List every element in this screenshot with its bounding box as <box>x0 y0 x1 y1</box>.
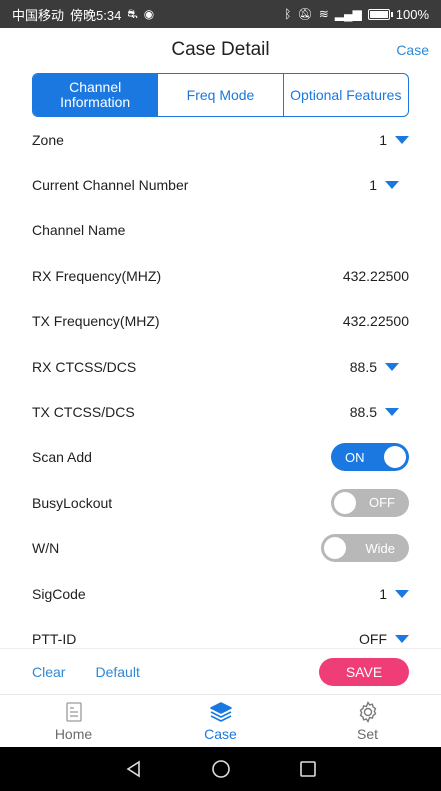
mute-icon: 🔕︎ <box>297 7 313 21</box>
current-channel-value: 1 <box>369 177 377 194</box>
busy-lockout-state: OFF <box>369 495 395 511</box>
page-title: Case Detail <box>171 39 270 60</box>
toggle-knob <box>334 491 356 514</box>
system-nav-bar <box>0 747 441 791</box>
layers-icon <box>209 702 232 722</box>
default-button[interactable]: Default <box>95 664 139 680</box>
dropdown-arrow-icon <box>385 362 399 371</box>
clear-button[interactable]: Clear <box>32 664 65 680</box>
channel-name-row[interactable]: Channel Name <box>0 208 441 253</box>
scan-add-row: Scan Add ON <box>0 435 441 480</box>
save-button[interactable]: SAVE <box>319 657 409 686</box>
busy-lockout-toggle[interactable]: OFF <box>331 488 409 517</box>
rx-ctcss-value: 88.5 <box>349 358 377 375</box>
segmented-tabs: Channel Information Freq Mode Optional F… <box>32 73 409 117</box>
tab-optional-features[interactable]: Optional Features <box>284 74 408 116</box>
rx-frequency-input[interactable]: 432.22500 <box>343 268 409 284</box>
tx-frequency-row[interactable]: TX Frequency(MHZ) 432.22500 <box>0 299 441 344</box>
nav-home-label: Home <box>54 726 93 742</box>
tx-frequency-label: TX Frequency(MHZ) <box>32 313 160 330</box>
carrier-label: 中国移动 <box>12 7 65 23</box>
home-icon <box>65 702 82 722</box>
ptt-id-value: OFF <box>359 630 387 647</box>
nav-set-label: Set <box>356 726 378 742</box>
busy-lockout-label: BusyLockout <box>32 494 113 511</box>
nav-case[interactable]: Case <box>147 695 294 747</box>
case-link[interactable]: Case <box>396 42 429 58</box>
battery-percent: 100% <box>395 6 429 22</box>
time-label: 傍晚5:34 <box>70 7 122 23</box>
dropdown-arrow-icon <box>395 589 409 598</box>
scan-add-label: Scan Add <box>32 449 92 466</box>
nav-set[interactable]: Set <box>294 695 441 747</box>
wn-label: W/N <box>32 540 60 557</box>
scan-add-state: ON <box>345 449 365 465</box>
nav-home[interactable]: Home <box>0 695 147 747</box>
battery-icon <box>367 8 393 20</box>
zone-label: Zone <box>32 131 64 148</box>
wn-toggle[interactable]: Wide <box>321 534 409 563</box>
tx-ctcss-label: TX CTCSS/DCS <box>32 404 135 421</box>
dropdown-arrow-icon <box>385 181 399 190</box>
tab-freq-mode[interactable]: Freq Mode <box>158 74 284 116</box>
app-header: Case Detail Case <box>0 28 441 72</box>
toggle-knob <box>384 446 406 469</box>
tx-ctcss-row[interactable]: TX CTCSS/DCS 88.5 <box>0 389 441 434</box>
current-channel-row[interactable]: Current Channel Number 1 <box>0 162 441 207</box>
dropdown-arrow-icon <box>385 408 399 417</box>
scan-add-control: ON <box>331 443 409 472</box>
channel-name-label: Channel Name <box>32 222 126 239</box>
tab-channel-information[interactable]: Channel Information <box>33 74 159 116</box>
current-channel-label: Current Channel Number <box>32 177 189 194</box>
toggle-knob <box>324 537 346 560</box>
action-bar: Clear Default SAVE <box>0 648 441 694</box>
app-status-icon: ◉ <box>143 7 155 21</box>
wn-row: W/N Wide <box>0 526 441 571</box>
zone-select[interactable]: 1 <box>379 132 409 148</box>
signal-icon: ▂▄▆ <box>334 7 362 21</box>
busy-lockout-control: OFF <box>331 488 409 517</box>
dropdown-arrow-icon <box>395 634 409 643</box>
wn-state: Wide <box>365 540 395 556</box>
notification-icon: ⛐ <box>127 7 138 21</box>
ptt-id-row[interactable]: PTT-ID OFF <box>0 616 441 648</box>
status-bar: 中国移动 傍晚5:34 ⛐ ◉ ᛒ 🔕︎ ≋ ▂▄▆ 100% <box>0 0 441 28</box>
rx-ctcss-select[interactable]: 88.5 <box>350 359 399 375</box>
scan-add-toggle[interactable]: ON <box>331 443 409 472</box>
sigcode-row[interactable]: SigCode 1 <box>0 571 441 616</box>
tx-ctcss-select[interactable]: 88.5 <box>350 404 399 420</box>
nav-case-label: Case <box>204 726 237 742</box>
sigcode-label: SigCode <box>32 585 86 602</box>
zone-row[interactable]: Zone 1 <box>0 117 441 162</box>
sigcode-select[interactable]: 1 <box>379 586 409 602</box>
ptt-id-select[interactable]: OFF <box>359 631 409 647</box>
wifi-icon: ≋ <box>318 7 329 21</box>
rx-frequency-row[interactable]: RX Frequency(MHZ) 432.22500 <box>0 253 441 298</box>
settings-list: Zone 1 Current Channel Number 1 Channel … <box>0 117 441 648</box>
bottom-nav: Home Case Set <box>0 694 441 747</box>
sigcode-value: 1 <box>379 585 387 602</box>
wn-control: Wide <box>321 534 409 563</box>
tx-ctcss-value: 88.5 <box>349 404 377 421</box>
zone-value: 1 <box>379 131 387 148</box>
rx-ctcss-label: RX CTCSS/DCS <box>32 358 137 375</box>
rx-ctcss-row[interactable]: RX CTCSS/DCS 88.5 <box>0 344 441 389</box>
home-circle-icon[interactable] <box>211 759 231 779</box>
busy-lockout-row: BusyLockout OFF <box>0 480 441 525</box>
dropdown-arrow-icon <box>395 135 409 144</box>
tx-frequency-input[interactable]: 432.22500 <box>343 313 409 329</box>
rx-frequency-label: RX Frequency(MHZ) <box>32 267 162 284</box>
gear-icon <box>359 701 376 723</box>
back-icon[interactable] <box>124 759 144 779</box>
recents-icon[interactable] <box>298 759 318 779</box>
ptt-id-label: PTT-ID <box>32 630 77 647</box>
current-channel-select[interactable]: 1 <box>369 177 399 193</box>
bluetooth-icon: ᛒ <box>284 7 292 21</box>
